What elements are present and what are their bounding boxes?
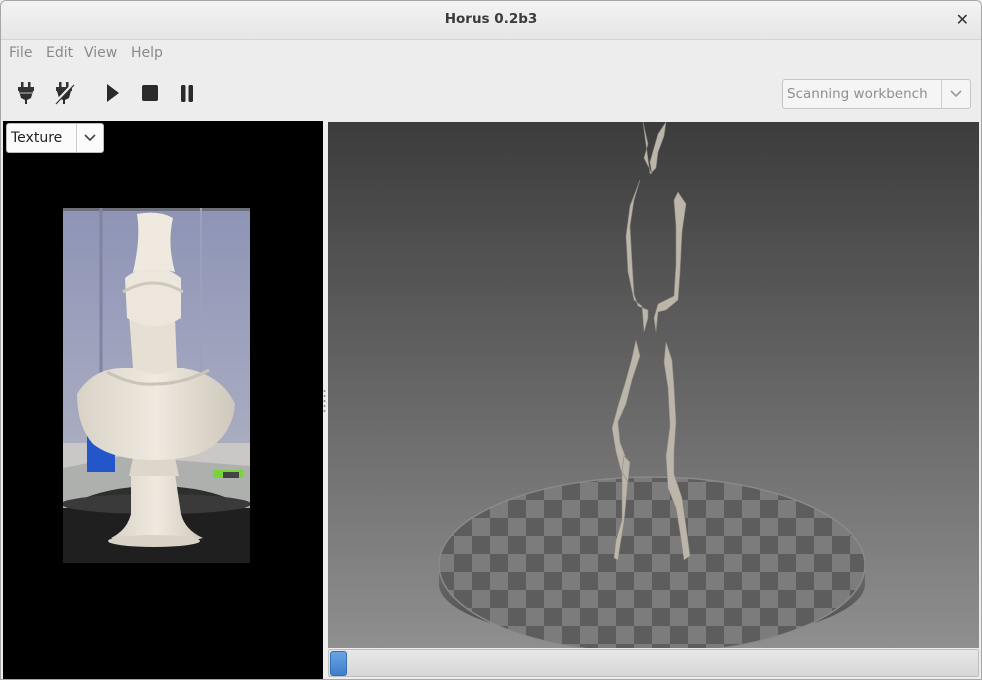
workbench-select[interactable]: Scanning workbench — [782, 79, 971, 109]
stop-icon — [142, 85, 158, 101]
menu-help[interactable]: Help — [131, 45, 163, 61]
title-bar: Horus 0.2b3 ✕ — [1, 1, 981, 40]
3d-viewport[interactable] — [328, 122, 979, 648]
play-icon — [107, 84, 119, 102]
menu-bar: File Edit View Help — [1, 41, 981, 67]
play-button[interactable] — [99, 79, 127, 107]
disconnect-button[interactable] — [50, 79, 78, 107]
app-window: Horus 0.2b3 ✕ File Edit View Help Scanni… — [0, 0, 982, 680]
chevron-down-icon — [941, 80, 970, 108]
connect-button[interactable] — [12, 79, 40, 107]
close-icon[interactable]: ✕ — [956, 10, 969, 29]
disconnect-icon — [54, 82, 75, 105]
scan-progress-bar — [328, 649, 979, 677]
connect-icon — [18, 82, 34, 104]
menu-view[interactable]: View — [84, 45, 117, 61]
pause-icon — [181, 84, 193, 102]
turntable-platform — [438, 476, 866, 648]
camera-image — [63, 208, 250, 563]
stop-button[interactable] — [136, 79, 164, 107]
window-title: Horus 0.2b3 — [444, 11, 538, 27]
view-mode-select[interactable]: Texture — [6, 123, 104, 153]
pause-button[interactable] — [173, 79, 201, 107]
view-mode-select-value: Texture — [11, 130, 63, 146]
camera-panel: Texture — [3, 121, 323, 679]
menu-edit[interactable]: Edit — [46, 45, 73, 61]
panel-splitter[interactable] — [323, 389, 326, 413]
workbench-select-value: Scanning workbench — [787, 86, 928, 102]
point-cloud-scene — [438, 122, 866, 648]
menu-file[interactable]: File — [9, 45, 32, 61]
chevron-down-icon — [76, 124, 103, 152]
progress-slider-handle[interactable] — [330, 651, 347, 676]
